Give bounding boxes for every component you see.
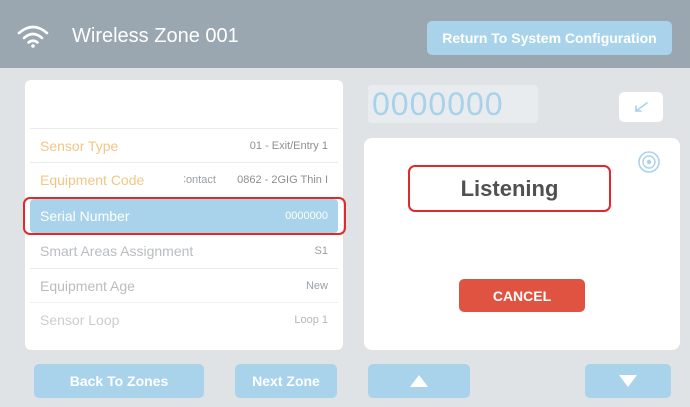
return-to-system-configuration-button[interactable]: Return To System Configuration [427, 21, 672, 55]
field-label: Equipment Code [40, 171, 145, 188]
field-label: Equipment Age [40, 277, 135, 294]
field-value: S1 [314, 245, 328, 257]
triangle-down-icon [619, 375, 637, 387]
next-zone-button[interactable]: Next Zone [235, 364, 337, 398]
field-value: 01 - Exit/Entry 1 [249, 139, 328, 152]
serial-number-highlight [23, 197, 346, 235]
field-row-equipment-age[interactable]: Equipment Age New [30, 268, 338, 302]
field-label: Sensor Type [40, 137, 119, 154]
field-label: Sensor Loop [40, 311, 120, 328]
field-label: Smart Areas Assignment [40, 243, 194, 259]
listening-status: Listening [408, 165, 611, 212]
field-value: New [305, 279, 328, 292]
field-row-sensor-loop[interactable]: Sensor Loop Loop 1 [30, 302, 338, 336]
back-to-zones-button[interactable]: Back To Zones [34, 364, 204, 398]
field-row-smart-areas[interactable]: Smart Areas Assignment S1 [30, 234, 338, 268]
target-icon [638, 151, 660, 173]
field-value: 0862 - 2GIG Thin I [237, 173, 328, 186]
field-sub-value: Contact [178, 173, 216, 186]
field-value: Loop 1 [294, 313, 328, 326]
back-arrow-icon [635, 102, 648, 112]
wifi-icon [17, 25, 49, 48]
scroll-down-button[interactable] [585, 364, 671, 398]
backspace-button[interactable] [619, 92, 663, 122]
triangle-up-icon [410, 375, 428, 387]
serial-number-display: 0000000 [368, 85, 538, 123]
zone-title: Wireless Zone 001 [72, 25, 239, 47]
cancel-button[interactable]: CANCEL [459, 279, 585, 312]
field-row-sensor-type[interactable]: Sensor Type 01 - Exit/Entry 1 [30, 128, 338, 162]
field-row-equipment-code[interactable]: Equipment Code Contact 0862 - 2GIG Thin … [30, 162, 338, 196]
scroll-up-button[interactable] [368, 364, 470, 398]
